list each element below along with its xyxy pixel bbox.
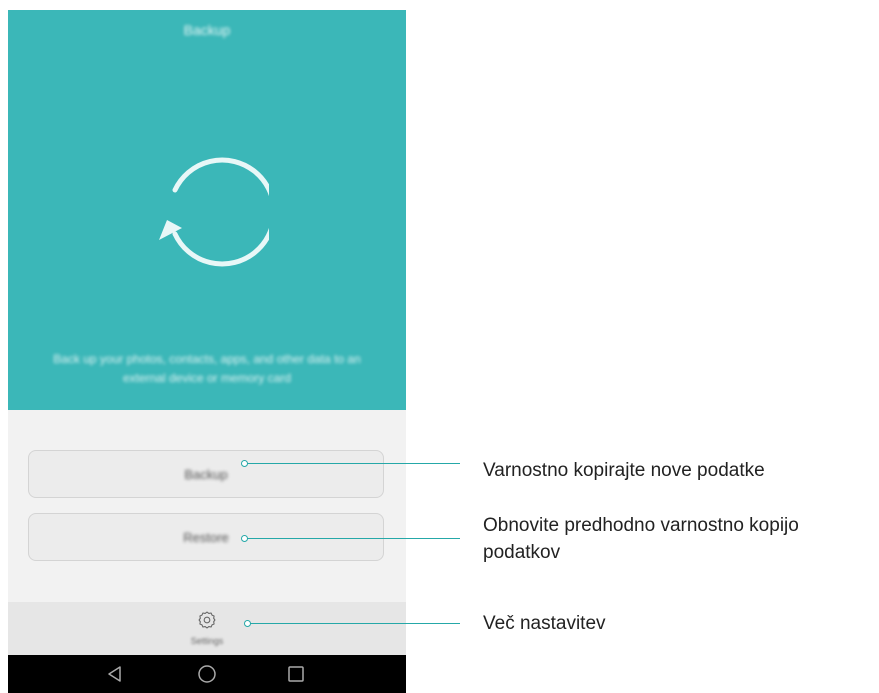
settings-tab[interactable]: Settings (171, 610, 243, 652)
restore-button-label: Restore (183, 529, 229, 545)
settings-callout-dot (244, 620, 251, 627)
phone-screen: Backup Back up your photos, contacts, ap… (8, 10, 406, 693)
bottom-tab-bar: Settings (8, 602, 406, 655)
backup-button-label: Backup (184, 466, 228, 482)
system-navigation-bar (8, 655, 406, 693)
backup-callout-dot (241, 460, 248, 467)
settings-callout-text: Več nastavitev (483, 613, 606, 634)
restore-callout-line (244, 538, 460, 539)
back-triangle-icon[interactable] (103, 662, 127, 686)
backup-hero-panel: Backup Back up your photos, contacts, ap… (8, 10, 406, 410)
settings-callout-line (247, 623, 460, 624)
backup-description: Back up your photos, contacts, apps, and… (53, 352, 361, 385)
sync-icon (159, 157, 269, 267)
backup-button[interactable]: Backup (28, 450, 384, 498)
restore-callout-text: Obnovite predhodno varnostno kopijo poda… (483, 515, 799, 563)
settings-tab-label: Settings (190, 636, 224, 646)
restore-callout-dot (241, 535, 248, 542)
page-title: Backup (183, 22, 231, 38)
home-circle-icon[interactable] (195, 662, 219, 686)
backup-callout-line (244, 463, 460, 464)
restore-button[interactable]: Restore (28, 513, 384, 561)
gear-icon (198, 611, 216, 629)
recents-square-icon[interactable] (284, 662, 308, 686)
backup-callout-text: Varnostno kopirajte nove podatke (483, 460, 765, 481)
